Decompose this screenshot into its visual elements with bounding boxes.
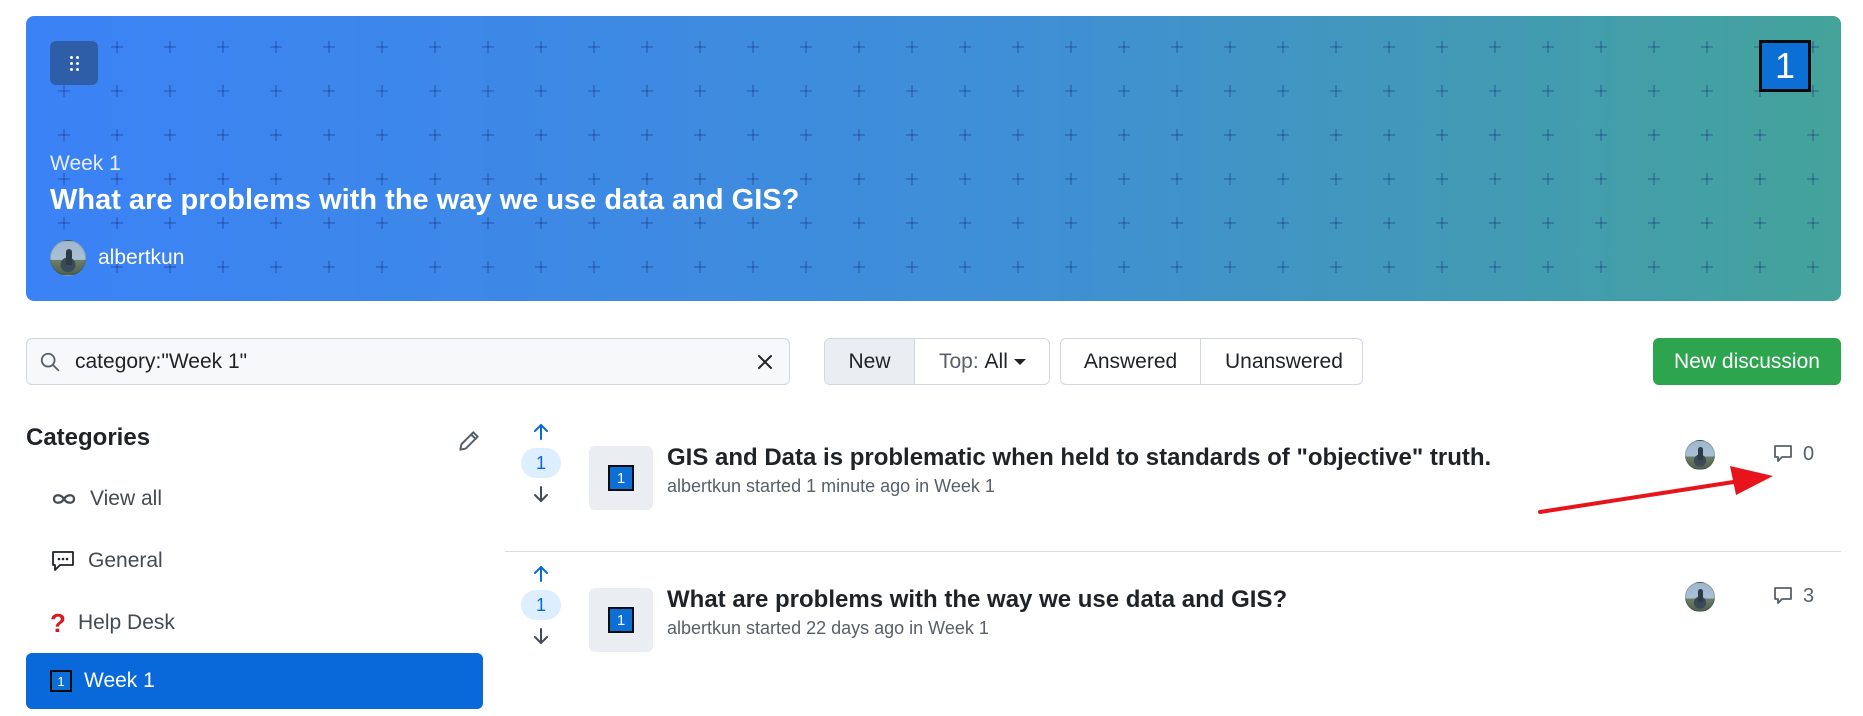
infinity-icon <box>52 494 76 504</box>
unanswered-label: Unanswered <box>1225 349 1343 373</box>
discussion-title[interactable]: What are problems with the way we use da… <box>667 586 1287 614</box>
sidebar-item-help-desk[interactable]: ? Help Desk <box>26 595 483 651</box>
participant-avatar[interactable] <box>1685 582 1715 612</box>
keycap-1-icon: 1 <box>608 465 634 491</box>
category-emoji-tile: 1 <box>589 446 653 510</box>
sort-control: New Top: All <box>824 338 1050 385</box>
discussions-page: 1 Week 1 What are problems with the way … <box>0 0 1863 716</box>
keycap-1-icon: 1 <box>608 607 634 633</box>
sidebar-item-view-all[interactable]: View all <box>26 471 483 527</box>
sort-new-button[interactable]: New <box>825 339 915 384</box>
author-name[interactable]: albertkun <box>98 246 184 270</box>
discussion-row[interactable]: 1 1 GIS and Data is problematic when hel… <box>505 412 1841 552</box>
discussion-row[interactable]: 1 1 What are problems with the way we us… <box>505 554 1841 694</box>
comment-count-value: 0 <box>1803 442 1815 465</box>
upvote-arrow-icon[interactable] <box>531 564 551 584</box>
banner-title: What are problems with the way we use da… <box>50 184 800 216</box>
sort-top-prefix: Top: <box>939 349 979 373</box>
apps-grid-button[interactable] <box>50 41 98 85</box>
participant-avatar[interactable] <box>1685 440 1715 470</box>
search-input[interactable]: category:"Week 1" <box>75 350 753 374</box>
comment-icon <box>1774 445 1792 462</box>
vote-count: 1 <box>521 448 561 478</box>
comment-count-value: 3 <box>1803 584 1815 607</box>
answer-filter: Answered Unanswered <box>1060 338 1363 385</box>
discussion-title[interactable]: GIS and Data is problematic when held to… <box>667 444 1491 472</box>
search-field[interactable]: category:"Week 1" <box>26 338 790 385</box>
new-discussion-button[interactable]: New discussion <box>1653 338 1841 385</box>
search-icon <box>40 352 60 371</box>
keycap-1-icon: 1 <box>50 670 72 692</box>
comment-icon <box>1774 587 1792 604</box>
category-emoji-tile: 1 <box>589 588 653 652</box>
sidebar-item-label: View all <box>90 487 162 510</box>
avatar[interactable] <box>50 240 86 276</box>
category-banner: 1 Week 1 What are problems with the way … <box>26 16 1841 301</box>
keycap-1-badge: 1 <box>1759 40 1811 92</box>
downvote-arrow-icon[interactable] <box>531 626 551 646</box>
sidebar-item-label: Help Desk <box>78 611 175 634</box>
upvote-arrow-icon[interactable] <box>531 422 551 442</box>
sidebar-item-label: Week 1 <box>84 669 155 692</box>
discussion-meta: albertkun started 1 minute ago in Week 1 <box>667 476 995 496</box>
sidebar-item-week-1[interactable]: 1 Week 1 <box>26 653 483 709</box>
comment-count[interactable]: 0 <box>1771 442 1814 466</box>
speech-bubble-icon <box>52 551 74 571</box>
sort-top-value: All <box>984 349 1008 373</box>
downvote-arrow-icon[interactable] <box>531 484 551 504</box>
clear-icon[interactable] <box>753 350 777 374</box>
answered-label: Answered <box>1083 349 1178 373</box>
sort-top-dropdown[interactable]: Top: All <box>915 339 1049 384</box>
sort-new-label: New <box>848 349 891 373</box>
banner-pattern <box>58 41 1819 273</box>
question-mark-icon: ? <box>50 607 66 638</box>
comment-count[interactable]: 3 <box>1771 584 1814 608</box>
vote-count: 1 <box>521 590 561 620</box>
caret-down-icon <box>1013 358 1026 365</box>
pencil-icon[interactable] <box>456 428 482 454</box>
categories-heading: Categories <box>26 424 151 451</box>
grid-dots-icon <box>69 55 79 71</box>
sidebar-item-general[interactable]: General <box>26 533 483 589</box>
answered-filter-button[interactable]: Answered <box>1061 339 1201 384</box>
banner-category: Week 1 <box>50 152 121 175</box>
discussion-meta: albertkun started 22 days ago in Week 1 <box>667 618 989 638</box>
sidebar-item-label: General <box>88 549 163 572</box>
vote-control: 1 <box>515 564 567 646</box>
unanswered-filter-button[interactable]: Unanswered <box>1201 339 1362 384</box>
vote-control: 1 <box>515 422 567 504</box>
banner-author[interactable]: albertkun <box>50 240 184 276</box>
